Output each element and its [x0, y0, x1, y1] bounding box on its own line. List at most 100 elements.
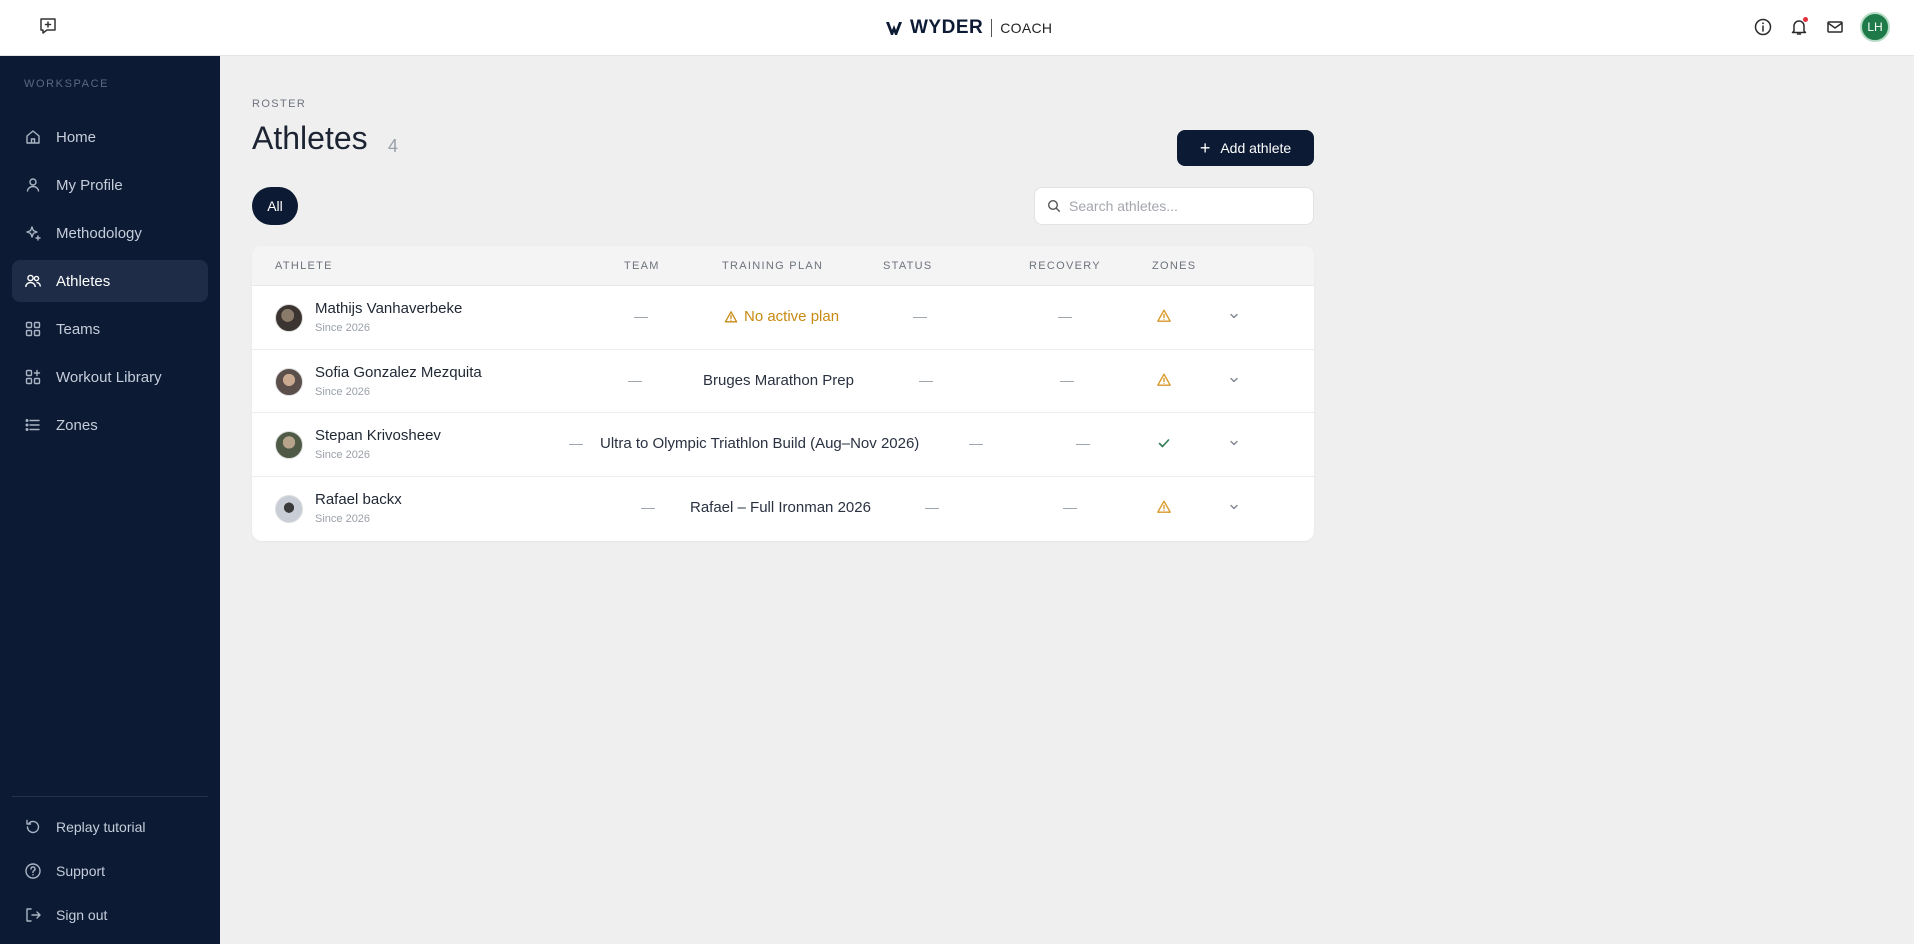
zones-warning-icon — [1157, 500, 1171, 513]
brand-logo[interactable]: WYDER COACH — [884, 15, 1052, 41]
chevron-down-icon[interactable] — [1228, 501, 1240, 513]
table-row[interactable]: Rafael backx Since 2026 — Rafael – Full … — [252, 477, 1314, 541]
sidebar-item-workout-library[interactable]: Workout Library — [12, 356, 208, 398]
list-icon — [25, 419, 40, 431]
sidebar-item-label: Home — [56, 128, 97, 146]
status-value: — — [913, 308, 927, 324]
info-icon[interactable] — [1752, 16, 1774, 38]
zones-ok-icon — [1158, 439, 1170, 448]
sidebar-item-label: Teams — [56, 320, 101, 338]
notification-badge — [1803, 17, 1808, 22]
athlete-name[interactable]: Rafael backx — [315, 491, 402, 508]
sidebar-item-sign-out[interactable]: Sign out — [12, 896, 208, 934]
training-plan-label: No active plan — [744, 308, 840, 325]
bell-icon[interactable] — [1788, 16, 1810, 38]
column-header-status[interactable]: STATUS — [883, 260, 933, 272]
sidebar: WORKSPACE Home My Profile Methodology At… — [0, 56, 220, 944]
athlete-avatar — [275, 367, 303, 396]
recovery-value: — — [1063, 498, 1077, 515]
athlete-avatar — [275, 304, 303, 332]
sidebar-item-home[interactable]: Home — [12, 116, 208, 158]
sidebar-item-replay-tutorial[interactable]: Replay tutorial — [12, 808, 208, 846]
page-title: Athletes — [252, 120, 368, 156]
table-row[interactable]: Sofia Gonzalez Mezquita Since 2026 — Bru… — [252, 350, 1314, 413]
replay-icon — [26, 819, 40, 834]
plus-icon: + — [1199, 138, 1211, 158]
sidebar-item-label: Sign out — [56, 907, 108, 923]
status-value: — — [919, 371, 933, 388]
training-plan-value[interactable]: Bruges Marathon Prep — [703, 372, 854, 389]
sidebar-item-teams[interactable]: Teams — [12, 308, 208, 350]
team-value: — — [634, 308, 648, 324]
wyder-logo-icon — [886, 22, 902, 35]
sidebar-item-my-profile[interactable]: My Profile — [12, 164, 208, 206]
column-header-team[interactable]: TEAM — [624, 260, 660, 272]
status-value: — — [969, 435, 983, 451]
add-athlete-label: Add athlete — [1220, 140, 1292, 156]
column-header-athlete[interactable]: ATHLETE — [275, 260, 333, 272]
zones-warning-icon — [1157, 373, 1171, 386]
breadcrumb: ROSTER — [252, 98, 307, 110]
athlete-name[interactable]: Sofia Gonzalez Mezquita — [315, 364, 482, 381]
chevron-down-icon[interactable] — [1228, 374, 1240, 386]
sign-out-icon — [26, 908, 41, 922]
mail-icon[interactable] — [1824, 16, 1846, 38]
training-plan-value[interactable]: No active plan — [724, 308, 839, 325]
top-actions: LH — [1752, 12, 1890, 42]
athlete-avatar — [275, 494, 303, 523]
recovery-value: — — [1076, 435, 1090, 451]
sidebar-nav: Home My Profile Methodology Athletes Tea… — [12, 116, 208, 452]
grid-icon — [25, 321, 41, 337]
feedback-icon[interactable] — [38, 16, 58, 36]
sidebar-item-label: Methodology — [56, 224, 142, 242]
main-content: ROSTER Athletes 4 + Add athlete All ATHL… — [220, 56, 1914, 944]
athlete-name[interactable]: Stepan Krivosheev — [315, 427, 441, 444]
sidebar-item-zones[interactable]: Zones — [12, 404, 208, 446]
sidebar-item-label: Athletes — [56, 272, 111, 290]
team-value: — — [628, 371, 642, 388]
sidebar-item-athletes[interactable]: Athletes — [12, 260, 208, 302]
table-header: ATHLETE TEAM TRAINING PLAN STATUS RECOVE… — [252, 246, 1314, 286]
library-icon — [25, 369, 41, 385]
brand-divider — [991, 19, 993, 37]
column-header-training-plan[interactable]: TRAINING PLAN — [722, 260, 823, 272]
athlete-since: Since 2026 — [315, 449, 371, 461]
users-icon — [25, 274, 41, 288]
table-row[interactable]: Stepan Krivosheev Since 2026 — Ultra to … — [252, 413, 1314, 477]
sidebar-divider — [12, 796, 208, 797]
sidebar-section-label: WORKSPACE — [24, 78, 110, 90]
filter-chip-all[interactable]: All — [252, 187, 298, 225]
warning-icon — [724, 310, 738, 322]
recovery-value: — — [1060, 371, 1074, 388]
brand-sub: COACH — [1000, 20, 1053, 36]
training-plan-value[interactable]: Rafael – Full Ironman 2026 — [690, 499, 871, 516]
sidebar-item-label: Support — [56, 863, 106, 879]
table-row[interactable]: Mathijs Vanhaverbeke Since 2026 — No act… — [252, 286, 1314, 350]
user-avatar[interactable]: LH — [1860, 12, 1890, 42]
column-header-zones[interactable]: ZONES — [1152, 260, 1196, 272]
add-athlete-button[interactable]: + Add athlete — [1177, 130, 1314, 166]
sidebar-item-support[interactable]: Support — [12, 852, 208, 890]
chevron-down-icon[interactable] — [1228, 310, 1240, 322]
status-value: — — [925, 498, 939, 515]
search-icon — [1047, 199, 1060, 212]
training-plan-value[interactable]: Ultra to Olympic Triathlon Build (Aug–No… — [600, 435, 919, 452]
search-input[interactable] — [1069, 198, 1299, 214]
athlete-since: Since 2026 — [315, 385, 371, 398]
brand-name: WYDER — [910, 17, 984, 38]
athlete-avatar — [275, 431, 303, 459]
athlete-name[interactable]: Mathijs Vanhaverbeke — [315, 300, 462, 317]
column-header-recovery[interactable]: RECOVERY — [1029, 260, 1101, 272]
sidebar-item-label: My Profile — [56, 176, 123, 194]
athletes-table: ATHLETE TEAM TRAINING PLAN STATUS RECOVE… — [252, 246, 1314, 541]
zones-warning-icon — [1157, 309, 1171, 322]
sidebar-item-label: Replay tutorial — [56, 819, 146, 835]
chevron-down-icon[interactable] — [1228, 437, 1240, 449]
athlete-since: Since 2026 — [315, 322, 371, 334]
sidebar-item-label: Workout Library — [56, 368, 162, 386]
athlete-count: 4 — [388, 136, 399, 156]
athlete-since: Since 2026 — [315, 512, 371, 525]
sidebar-item-methodology[interactable]: Methodology — [12, 212, 208, 254]
sidebar-item-label: Zones — [56, 416, 98, 434]
sparkles-icon — [26, 226, 41, 241]
